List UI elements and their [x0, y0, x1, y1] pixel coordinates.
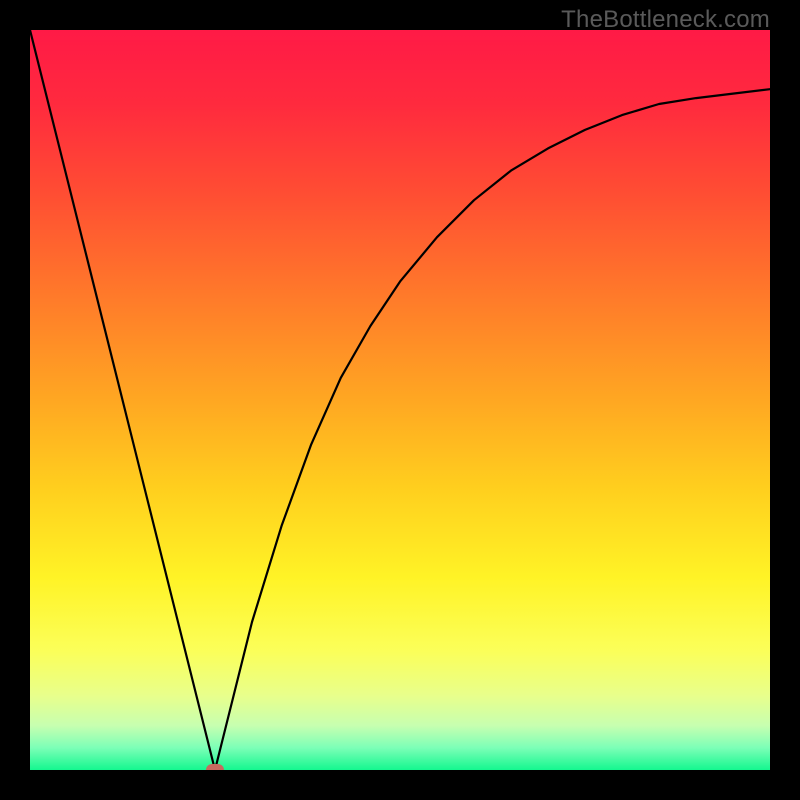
plot-area [30, 30, 770, 770]
chart-frame: TheBottleneck.com [0, 0, 800, 800]
bottleneck-curve [30, 30, 770, 770]
minimum-marker [206, 764, 224, 770]
